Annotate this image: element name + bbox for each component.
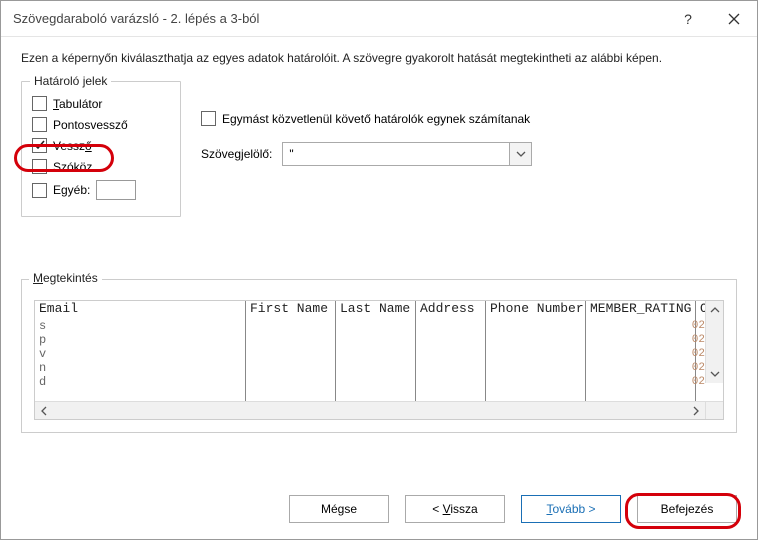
delimiter-space-row: Szóköz: [32, 159, 170, 174]
delimiter-comma-checkbox[interactable]: [32, 138, 47, 153]
preview-cell: s: [39, 319, 241, 333]
window-title: Szövegdaraboló varázsló - 2. lépés a 3-b…: [13, 11, 665, 26]
preview-header: Address: [420, 301, 481, 319]
delimiters-fieldset: Határoló jelek Tabulátor Pontosvessző: [21, 81, 181, 217]
delimiter-comma-label: Vessző: [53, 139, 92, 153]
delimiter-space-label: Szóköz: [53, 160, 92, 174]
right-options: Egymást közvetlenül követő határolók egy…: [201, 75, 737, 166]
preview-section: Megtekintés Emailspvnd First Name Last Nam…: [21, 263, 737, 433]
chevron-down-icon: [516, 151, 526, 157]
delimiter-tab-row: Tabulátor: [32, 96, 170, 111]
preview-column: Address: [415, 301, 485, 401]
intro-text: Ezen a képernyőn kiválaszthatja az egyes…: [21, 51, 737, 65]
chevron-right-icon: [693, 406, 699, 416]
chevron-down-icon: [710, 371, 720, 377]
preview-cell: d: [39, 375, 241, 389]
titlebar: Szövegdaraboló varázsló - 2. lépés a 3-b…: [1, 1, 757, 37]
delimiter-semicolon-row: Pontosvessző: [32, 117, 170, 132]
wizard-dialog: Szövegdaraboló varázsló - 2. lépés a 3-b…: [0, 0, 758, 540]
chevron-up-icon: [710, 307, 720, 313]
preview-header: Phone Number: [490, 301, 581, 319]
preview-body: Emailspvnd First Name Last Name Address Phon…: [35, 301, 723, 401]
preview-cell-right: 02: [675, 333, 705, 347]
preview-cell-right: 02: [675, 347, 705, 361]
preview-cell-right: 02: [675, 375, 705, 389]
delimiter-other-input[interactable]: [96, 180, 136, 200]
qualifier-combo[interactable]: ": [282, 142, 532, 166]
preview-column: Last Name: [335, 301, 415, 401]
qualifier-row: Szövegjelölő: ": [201, 142, 737, 166]
preview-column: First Name: [245, 301, 335, 401]
button-bar: Mégse < Vissza Tovább > Befejezés: [1, 481, 757, 539]
preview-header: MEMBER_RATING: [590, 301, 691, 319]
scroll-right-arrow[interactable]: [687, 402, 705, 419]
scroll-up-arrow[interactable]: [706, 301, 723, 319]
help-button[interactable]: ?: [665, 1, 711, 37]
preview-cell: p: [39, 333, 241, 347]
scroll-left-arrow[interactable]: [35, 402, 53, 419]
horizontal-scrollbar[interactable]: [35, 401, 723, 419]
preview-column: Phone Number: [485, 301, 585, 401]
preview-header: Last Name: [340, 301, 411, 319]
delimiter-space-checkbox[interactable]: [32, 159, 47, 174]
delimiter-tab-checkbox[interactable]: [32, 96, 47, 111]
preview-header: First Name: [250, 301, 331, 319]
close-button[interactable]: [711, 1, 757, 37]
scroll-track[interactable]: [53, 402, 687, 419]
vertical-scrollbar[interactable]: [705, 301, 723, 383]
content-area: Ezen a képernyőn kiválaszthatja az egyes…: [1, 37, 757, 481]
delimiter-semicolon-checkbox[interactable]: [32, 117, 47, 132]
options-row: Határoló jelek Tabulátor Pontosvessző: [21, 75, 737, 217]
delimiters-legend: Határoló jelek: [30, 74, 111, 88]
delimiter-semicolon-label: Pontosvessző: [53, 118, 128, 132]
delimiter-comma-row: Vessző: [32, 138, 170, 153]
back-button[interactable]: < Vissza: [405, 495, 505, 523]
scroll-down-arrow[interactable]: [706, 365, 723, 383]
finish-button[interactable]: Befejezés: [637, 495, 737, 523]
preview-column: Emailspvnd: [35, 301, 245, 401]
delimiter-other-checkbox[interactable]: [32, 183, 47, 198]
cancel-button[interactable]: Mégse: [289, 495, 389, 523]
preview-outer: Emailspvnd First Name Last Name Address Phon…: [21, 279, 737, 433]
preview-cell: v: [39, 347, 241, 361]
qualifier-label: Szövegjelölő:: [201, 147, 272, 161]
preview-cell-right: 02: [675, 361, 705, 375]
next-button[interactable]: Tovább >: [521, 495, 621, 523]
preview-scroll: Emailspvnd First Name Last Name Address Phon…: [34, 300, 724, 420]
preview-cell-right: 02: [675, 319, 705, 333]
consecutive-row: Egymást közvetlenül követő határolók egy…: [201, 111, 737, 126]
delimiter-other-label: Egyéb:: [53, 183, 90, 197]
delimiter-other-row: Egyéb:: [32, 180, 170, 200]
qualifier-value: ": [283, 143, 509, 165]
preview-legend: Megtekintés: [29, 271, 102, 285]
chevron-left-icon: [41, 406, 47, 416]
consecutive-checkbox[interactable]: [201, 111, 216, 126]
qualifier-dropdown-button[interactable]: [509, 143, 531, 165]
preview-header: Email: [39, 301, 241, 319]
consecutive-label: Egymást közvetlenül követő határolók egy…: [222, 112, 530, 126]
close-icon: [728, 13, 740, 25]
scroll-corner: [705, 402, 723, 419]
preview-cell: n: [39, 361, 241, 375]
delimiter-tab-label: Tabulátor: [53, 97, 102, 111]
